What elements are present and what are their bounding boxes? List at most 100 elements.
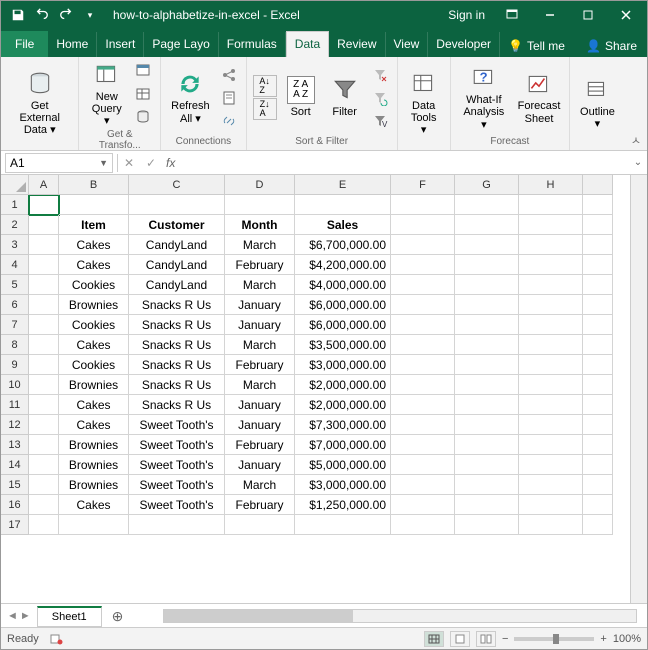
recent-sources-button[interactable] bbox=[132, 106, 154, 128]
advanced-filter-button[interactable]: V bbox=[369, 110, 391, 132]
cell-G14[interactable] bbox=[455, 455, 519, 475]
cell-C13[interactable]: Sweet Tooth's bbox=[129, 435, 225, 455]
cell-D2[interactable]: Month bbox=[225, 215, 295, 235]
cell-H11[interactable] bbox=[519, 395, 583, 415]
cell-D8[interactable]: March bbox=[225, 335, 295, 355]
cell-A9[interactable] bbox=[29, 355, 59, 375]
get-external-data-button[interactable]: Get External Data ▾ bbox=[7, 68, 72, 138]
cell[interactable] bbox=[583, 395, 613, 415]
cell-D16[interactable]: February bbox=[225, 495, 295, 515]
cell-D4[interactable]: February bbox=[225, 255, 295, 275]
cell-H9[interactable] bbox=[519, 355, 583, 375]
data-tools-button[interactable]: Data Tools ▾ bbox=[404, 68, 444, 138]
cell-C6[interactable]: Snacks R Us bbox=[129, 295, 225, 315]
row-header-4[interactable]: 4 bbox=[1, 255, 29, 275]
properties-button[interactable] bbox=[218, 87, 240, 109]
row-header-10[interactable]: 10 bbox=[1, 375, 29, 395]
column-header-C[interactable]: C bbox=[129, 175, 225, 195]
row-header-12[interactable]: 12 bbox=[1, 415, 29, 435]
cell-D7[interactable]: January bbox=[225, 315, 295, 335]
cell-C14[interactable]: Sweet Tooth's bbox=[129, 455, 225, 475]
cell-C5[interactable]: CandyLand bbox=[129, 275, 225, 295]
column-header-A[interactable]: A bbox=[29, 175, 59, 195]
outline-button[interactable]: Outline ▾ bbox=[576, 74, 619, 132]
cell-D9[interactable]: February bbox=[225, 355, 295, 375]
cell-F4[interactable] bbox=[391, 255, 455, 275]
tab-review[interactable]: Review bbox=[329, 32, 385, 57]
cell-B5[interactable]: Cookies bbox=[59, 275, 129, 295]
normal-view-button[interactable] bbox=[424, 631, 444, 647]
cell[interactable] bbox=[583, 375, 613, 395]
cell-E11[interactable]: $2,000,000.00 bbox=[295, 395, 391, 415]
name-box[interactable]: A1▼ bbox=[5, 153, 113, 173]
cell-G16[interactable] bbox=[455, 495, 519, 515]
select-all-corner[interactable] bbox=[1, 175, 29, 195]
edit-links-button[interactable] bbox=[218, 110, 240, 132]
cell-F7[interactable] bbox=[391, 315, 455, 335]
cell-E13[interactable]: $7,000,000.00 bbox=[295, 435, 391, 455]
show-queries-button[interactable] bbox=[132, 60, 154, 82]
row-header-13[interactable]: 13 bbox=[1, 435, 29, 455]
reapply-button[interactable] bbox=[369, 87, 391, 109]
sheet-nav-next[interactable]: ► bbox=[20, 610, 31, 622]
cell-E9[interactable]: $3,000,000.00 bbox=[295, 355, 391, 375]
expand-formula-bar[interactable]: ⌄ bbox=[629, 157, 647, 168]
cell-B8[interactable]: Cakes bbox=[59, 335, 129, 355]
cell-E16[interactable]: $1,250,000.00 bbox=[295, 495, 391, 515]
cell-D13[interactable]: February bbox=[225, 435, 295, 455]
cell-G9[interactable] bbox=[455, 355, 519, 375]
row-header-7[interactable]: 7 bbox=[1, 315, 29, 335]
cell-D1[interactable] bbox=[225, 195, 295, 215]
cell-D10[interactable]: March bbox=[225, 375, 295, 395]
cell[interactable] bbox=[583, 215, 613, 235]
column-header-D[interactable]: D bbox=[225, 175, 295, 195]
cell-E7[interactable]: $6,000,000.00 bbox=[295, 315, 391, 335]
cell-G1[interactable] bbox=[455, 195, 519, 215]
cell-H15[interactable] bbox=[519, 475, 583, 495]
cell-G2[interactable] bbox=[455, 215, 519, 235]
cell-F1[interactable] bbox=[391, 195, 455, 215]
cell-C4[interactable]: CandyLand bbox=[129, 255, 225, 275]
cell-G11[interactable] bbox=[455, 395, 519, 415]
cell-B14[interactable]: Brownies bbox=[59, 455, 129, 475]
tab-insert[interactable]: Insert bbox=[97, 32, 144, 57]
cell[interactable] bbox=[583, 235, 613, 255]
sheet-tab-1[interactable]: Sheet1 bbox=[37, 606, 102, 627]
cell-F16[interactable] bbox=[391, 495, 455, 515]
column-header-E[interactable]: E bbox=[295, 175, 391, 195]
cell-B9[interactable]: Cookies bbox=[59, 355, 129, 375]
cell-F9[interactable] bbox=[391, 355, 455, 375]
row-header-1[interactable]: 1 bbox=[1, 195, 29, 215]
cell-B13[interactable]: Brownies bbox=[59, 435, 129, 455]
cell-C9[interactable]: Snacks R Us bbox=[129, 355, 225, 375]
cell-F17[interactable] bbox=[391, 515, 455, 535]
cell-B2[interactable]: Item bbox=[59, 215, 129, 235]
cell-E10[interactable]: $2,000,000.00 bbox=[295, 375, 391, 395]
cell-A1[interactable] bbox=[29, 195, 59, 215]
cell-E4[interactable]: $4,200,000.00 bbox=[295, 255, 391, 275]
cell-A6[interactable] bbox=[29, 295, 59, 315]
cell-B4[interactable]: Cakes bbox=[59, 255, 129, 275]
cell-C11[interactable]: Snacks R Us bbox=[129, 395, 225, 415]
row-header-11[interactable]: 11 bbox=[1, 395, 29, 415]
cell-A3[interactable] bbox=[29, 235, 59, 255]
collapse-ribbon-button[interactable]: ㅅ bbox=[625, 132, 647, 150]
cell-B7[interactable]: Cookies bbox=[59, 315, 129, 335]
sort-ascending-button[interactable]: A↓Z bbox=[253, 75, 277, 97]
cell-H14[interactable] bbox=[519, 455, 583, 475]
sort-descending-button[interactable]: Z↓A bbox=[253, 98, 277, 120]
cell-H5[interactable] bbox=[519, 275, 583, 295]
row-header-9[interactable]: 9 bbox=[1, 355, 29, 375]
macro-record-icon[interactable] bbox=[49, 632, 63, 646]
row-header-6[interactable]: 6 bbox=[1, 295, 29, 315]
cell-E2[interactable]: Sales bbox=[295, 215, 391, 235]
cell-G3[interactable] bbox=[455, 235, 519, 255]
cell[interactable] bbox=[583, 315, 613, 335]
cell-A16[interactable] bbox=[29, 495, 59, 515]
cell-D12[interactable]: January bbox=[225, 415, 295, 435]
cell-G5[interactable] bbox=[455, 275, 519, 295]
column-header-F[interactable]: F bbox=[391, 175, 455, 195]
cell-D15[interactable]: March bbox=[225, 475, 295, 495]
redo-button[interactable] bbox=[55, 4, 77, 26]
cell-C17[interactable] bbox=[129, 515, 225, 535]
